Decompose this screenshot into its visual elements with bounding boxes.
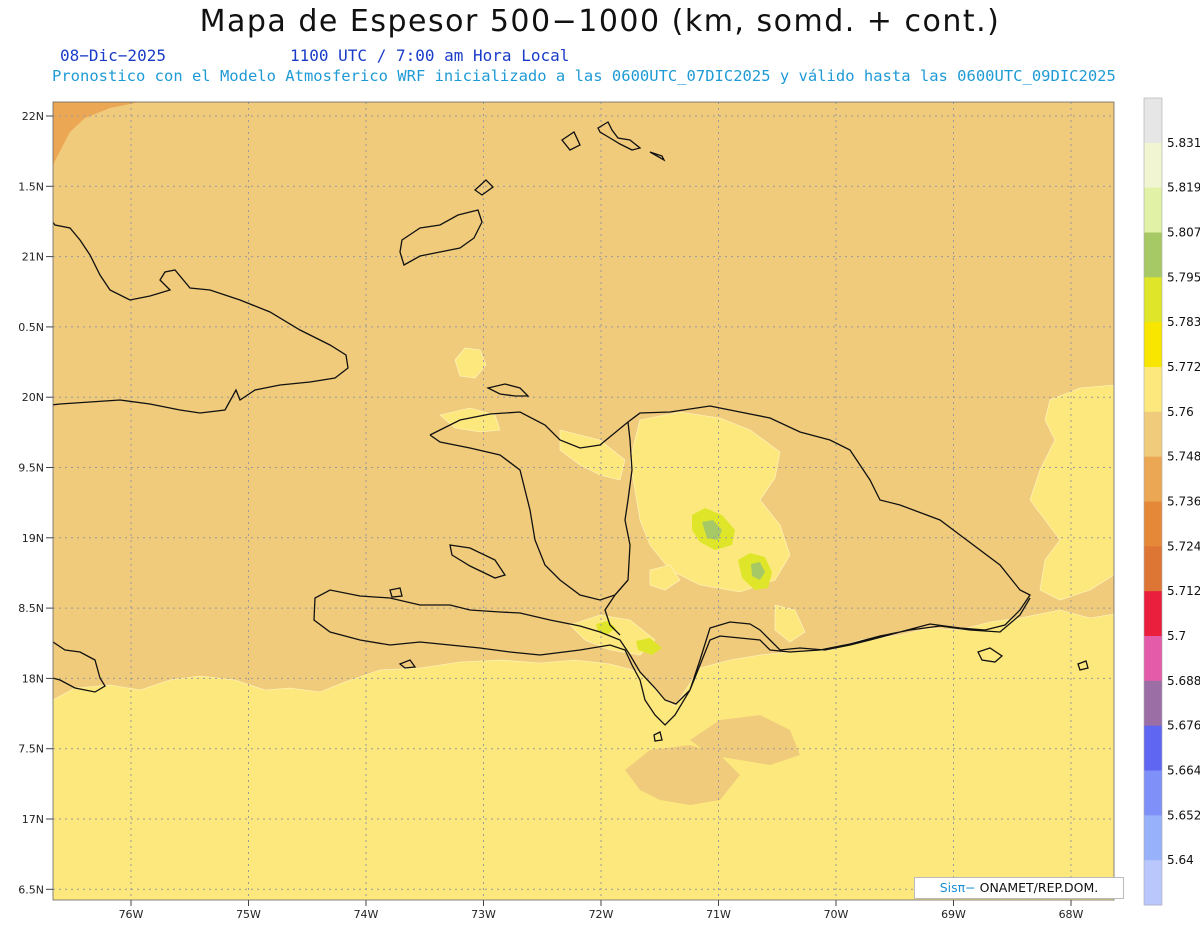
lat-tick-label: 21N	[22, 251, 44, 264]
colorbar-label: 5.831	[1167, 136, 1200, 150]
lat-tick-label: 19N	[22, 532, 44, 545]
colorbar-swatch	[1144, 860, 1162, 906]
colorbar-label: 5.7	[1167, 629, 1186, 643]
colorbar-swatch	[1144, 680, 1162, 727]
colorbar-label: 5.736	[1167, 495, 1200, 509]
lat-tick-label: 17N	[22, 813, 44, 826]
lat-tick-label: 6.5N	[18, 883, 44, 896]
lat-tick-label: 8.5N	[18, 602, 44, 615]
colorbar-swatch	[1144, 232, 1162, 278]
colorbar-swatch	[1144, 591, 1162, 637]
colorbar-swatch	[1144, 546, 1162, 592]
lon-tick-label: 72W	[589, 908, 614, 921]
lat-tick-label: 20N	[22, 391, 44, 404]
colorbar-swatch	[1144, 456, 1162, 502]
lon-tick-label: 76W	[119, 908, 144, 921]
colorbar-swatch	[1144, 322, 1162, 368]
colorbar-swatch	[1144, 142, 1162, 189]
colorbar-label: 5.712	[1167, 584, 1200, 598]
lat-tick-label: 7.5N	[18, 743, 44, 756]
colorbar-label: 5.783	[1167, 315, 1200, 329]
colorbar-label: 5.819	[1167, 181, 1200, 195]
colorbar: 5.831 5.819 5.807 5.795 5.783 5.772 5.76 5.748 5…	[1143, 97, 1200, 906]
lon-tick-label: 68W	[1059, 908, 1084, 921]
longitude-labels: 76W 75W 74W 73W 72W 71W 70W 69W 68W	[119, 900, 1084, 921]
lat-tick-label: 9.5N	[18, 462, 44, 475]
colorbar-swatch	[1144, 725, 1162, 771]
colorbar-label: 5.76	[1167, 405, 1194, 419]
credit-brand: Sisπ−	[939, 880, 976, 895]
colorbar-label: 5.807	[1167, 226, 1200, 240]
colorbar-label: 5.748	[1167, 450, 1200, 464]
colorbar-swatch	[1144, 98, 1162, 144]
colorbar-swatch	[1144, 815, 1162, 861]
colorbar-swatch	[1144, 277, 1162, 323]
colorbar-swatch	[1144, 770, 1162, 816]
lat-tick-label: 1.5N	[18, 180, 44, 193]
lon-tick-label: 75W	[236, 908, 261, 921]
lat-tick-label: 0.5N	[18, 321, 44, 334]
colorbar-swatch	[1144, 501, 1162, 547]
colorbar-label: 5.724	[1167, 539, 1200, 553]
colorbar-label: 5.688	[1167, 674, 1200, 688]
colorbar-swatch	[1144, 636, 1162, 682]
colorbar-label: 5.652	[1167, 808, 1200, 822]
colorbar-swatch	[1144, 187, 1162, 233]
colorbar-swatch	[1144, 367, 1162, 413]
colorbar-label: 5.664	[1167, 764, 1200, 778]
colorbar-label: 5.772	[1167, 360, 1200, 374]
lon-tick-label: 74W	[354, 908, 379, 921]
lat-tick-label: 18N	[22, 672, 44, 685]
colorbar-label: 5.795	[1167, 270, 1200, 284]
map-plot-area	[53, 102, 1114, 900]
thickness-map: 22N 1.5N 21N 0.5N 20N 9.5N 19N 8.5N 18N 7.5N 17N 6.…	[18, 97, 1200, 921]
credit-box: Sisπ− ONAMET/REP.DOM.	[914, 877, 1124, 899]
lon-tick-label: 70W	[824, 908, 849, 921]
credit-text: ONAMET/REP.DOM.	[975, 880, 1099, 895]
colorbar-label: 5.676	[1167, 719, 1200, 733]
lat-tick-label: 22N	[22, 110, 44, 123]
lon-tick-label: 73W	[471, 908, 496, 921]
latitude-labels: 22N 1.5N 21N 0.5N 20N 9.5N 19N 8.5N 18N 7.5N 17N 6.…	[18, 110, 53, 896]
colorbar-swatch	[1144, 411, 1162, 458]
lon-tick-label: 69W	[941, 908, 966, 921]
colorbar-label: 5.64	[1167, 853, 1194, 867]
lon-tick-label: 71W	[706, 908, 731, 921]
